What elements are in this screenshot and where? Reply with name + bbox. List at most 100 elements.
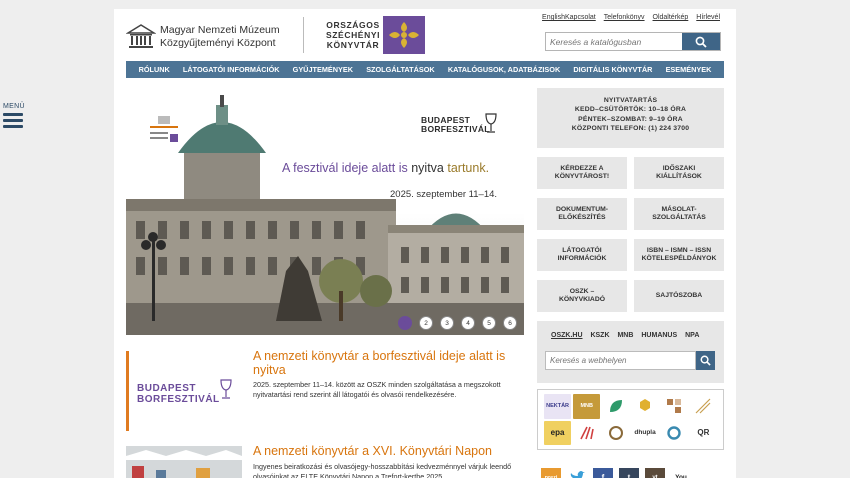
- slider-dot-2[interactable]: 2: [419, 316, 433, 330]
- news-1-title[interactable]: A nemzeti könyvtár a borfesztivál ideje …: [253, 349, 523, 377]
- facebook-icon[interactable]: f: [593, 468, 613, 478]
- quick-idoszaki-kiallitasok[interactable]: IDŐSZAKI KIÁLLÍTÁSOK: [634, 157, 724, 189]
- partner-nektar-logo[interactable]: NEKTÁR: [544, 394, 572, 419]
- catalog-search: [545, 32, 721, 51]
- side-menu-button[interactable]: MENÜ: [3, 103, 29, 131]
- nav-gyujtemenyek[interactable]: GYŰJTEMÉNYEK: [293, 65, 353, 74]
- nav-latogatoi-informaciok[interactable]: LÁTOGATÓI INFORMÁCIÓK: [183, 65, 280, 74]
- qbtn-line: KÖNYVTÁROST!: [554, 173, 610, 180]
- qbtn-line: DOKUMENTUM-: [555, 205, 609, 213]
- oszk-line3: KÖNYVTÁR: [326, 40, 380, 50]
- partner-ring-logo[interactable]: [660, 420, 688, 445]
- news-1-thumb-line2: BORFESZTIVÁL: [137, 394, 220, 405]
- mnm-logo-icon[interactable]: [126, 23, 156, 49]
- quick-sajtoszoba[interactable]: SAJTÓSZOBA: [634, 280, 724, 312]
- nav-katalogusok[interactable]: KATALÓGUSOK, ADATBÁZISOK: [448, 65, 560, 74]
- news-1-body: 2025. szeptember 11–14. között az OSZK m…: [253, 380, 501, 399]
- site-search-tabs: OSZK.HU KSZK MNB HUMANUS NPA: [551, 332, 705, 339]
- news-2-thumbnail[interactable]: [126, 446, 242, 478]
- honeycomb-icon: [640, 399, 651, 412]
- hours-weekday: KEDD–CSÜTÖRTÖK: 10–18 ÓRA: [574, 106, 687, 114]
- qbtn-line: KIÁLLÍTÁSOK: [656, 173, 702, 180]
- qbtn-line: KÖNYVKIADÓ: [558, 296, 606, 303]
- news-1-thumb-line1: BUDAPEST: [137, 383, 197, 394]
- hours-weekend: PÉNTEK–SZOMBAT: 9–19 ÓRA: [578, 115, 683, 123]
- oszk-line1: ORSZÁGOS: [326, 20, 380, 30]
- hamburger-icon: [3, 113, 29, 128]
- quick-dokumentum-elokeszites[interactable]: DOKUMENTUM- ELŐKÉSZÍTÉS: [537, 198, 627, 230]
- hero-fest-line2: BORFESZTIVÁL: [421, 124, 490, 134]
- news-2-title[interactable]: A nemzeti könyvtár a XVI. Könyvtári Napo…: [253, 444, 523, 458]
- qbtn-line: MÁSOLAT-: [661, 205, 697, 213]
- link-oldalterkep[interactable]: Oldaltérkép: [653, 14, 689, 21]
- link-english[interactable]: English: [542, 14, 565, 21]
- slider-dot-1[interactable]: 1: [398, 316, 412, 330]
- quick-latogatoi-informaciok[interactable]: LÁTOGATÓI INFORMÁCIÓK: [537, 239, 627, 271]
- tab-oszk-hu[interactable]: OSZK.HU: [551, 332, 583, 339]
- tab-kszk[interactable]: KSZK: [590, 332, 609, 339]
- hours-phone: KÖZPONTI TELEFON: (1) 224 3700: [571, 124, 690, 132]
- slider-dots: 1 2 3 4 5 6: [398, 316, 517, 330]
- nav-esemenyek[interactable]: ESEMÉNYEK: [666, 65, 712, 74]
- qbtn-line: IDŐSZAKI: [662, 164, 696, 172]
- partner-pencils-logo[interactable]: [573, 420, 601, 445]
- youtube-alt-icon[interactable]: yt: [645, 468, 665, 478]
- quick-oszk-konyvkiado[interactable]: OSZK – KÖNYVKIADÓ: [537, 280, 627, 312]
- quick-kerdezze-a-konyvtarost[interactable]: KÉRDEZZE A KÖNYVTÁROST!: [537, 157, 627, 189]
- slider-dot-4[interactable]: 4: [461, 316, 475, 330]
- search-icon: [695, 36, 707, 48]
- partner-lines-logo[interactable]: [689, 394, 717, 419]
- ring-icon: [667, 426, 681, 440]
- hours-title: NYITVATARTÁS: [603, 97, 658, 104]
- nav-digitalis-konyvtar[interactable]: DIGITÁLIS KÖNYVTÁR: [573, 65, 652, 74]
- prezi-icon[interactable]: prezi: [541, 468, 561, 478]
- partner-qr-logo[interactable]: QR: [689, 420, 717, 445]
- nav-rolunk[interactable]: RÓLUNK: [139, 65, 170, 74]
- tab-npa[interactable]: NPA: [685, 332, 699, 339]
- tab-humanus[interactable]: HUMANUS: [641, 332, 677, 339]
- tiles-icon: [667, 399, 682, 414]
- tab-mnb[interactable]: MNB: [617, 332, 633, 339]
- partner-tiles-logo[interactable]: [660, 394, 688, 419]
- slider-dot-3[interactable]: 3: [440, 316, 454, 330]
- catalog-search-input[interactable]: [546, 33, 682, 50]
- mnm-name[interactable]: Magyar Nemzeti Múzeum Közgyűjteményi Köz…: [160, 24, 280, 50]
- news-1-thumb-text: BUDAPEST BORFESZTIVÁL: [137, 383, 220, 405]
- oszk-line2: SZÉCHÉNYI: [326, 30, 381, 40]
- partner-honeycomb-logo[interactable]: [631, 394, 659, 419]
- tumblr-icon[interactable]: t: [619, 468, 639, 478]
- qbtn-line: KÖTELESPÉLDÁNYOK: [641, 255, 717, 262]
- quick-masolat-szolgaltatas[interactable]: MÁSOLAT- SZOLGÁLTATÁS: [634, 198, 724, 230]
- header-divider: [303, 17, 304, 53]
- hero-festival-logo: BUDAPEST BORFESZTIVÁL: [421, 116, 490, 134]
- nav-szolgaltatasok[interactable]: SZOLGÁLTATÁSOK: [366, 65, 435, 74]
- qbtn-line: ELŐKÉSZÍTÉS: [558, 214, 606, 221]
- slider-dot-6[interactable]: 6: [503, 316, 517, 330]
- site-search-button[interactable]: [696, 351, 715, 370]
- partner-swirl-logo[interactable]: [602, 420, 630, 445]
- mnm-line1: Magyar Nemzeti Múzeum: [160, 24, 280, 36]
- quick-isbn-ismn-issn[interactable]: ISBN – ISMN – ISSN KÖTELESPÉLDÁNYOK: [634, 239, 724, 271]
- link-hirlevel[interactable]: Hírlevél: [696, 14, 720, 21]
- news-1-thumbnail[interactable]: BUDAPEST BORFESZTIVÁL: [126, 351, 242, 431]
- qbtn-line: LÁTOGATÓI: [562, 246, 602, 254]
- oszk-name[interactable]: ORSZÁGOS SZÉCHÉNYI KÖNYVTÁR: [326, 20, 380, 50]
- twitter-icon[interactable]: twitter: [567, 468, 587, 478]
- page: Magyar Nemzeti Múzeum Közgyűjteményi Köz…: [114, 9, 736, 478]
- catalog-search-button[interactable]: [682, 33, 720, 50]
- slider-dot-5[interactable]: 5: [482, 316, 496, 330]
- partner-dhupla-logo[interactable]: dhupla: [631, 420, 659, 445]
- oszk-emblem-icon[interactable]: [383, 16, 425, 54]
- youtube-icon[interactable]: You: [671, 468, 691, 478]
- lines-icon: [695, 398, 711, 414]
- partner-epa-logo[interactable]: epa: [544, 420, 572, 445]
- site-search-input[interactable]: [545, 351, 696, 370]
- partner-green-logo[interactable]: [602, 394, 630, 419]
- site-search: [545, 351, 715, 370]
- partner-mnb-logo[interactable]: MNB: [573, 394, 601, 419]
- link-telefonkonyv[interactable]: Telefonkönyv: [604, 14, 645, 21]
- festival-small-logo-icon: [150, 116, 178, 142]
- qbtn-line: SZOLGÁLTATÁS: [652, 214, 706, 221]
- hero-slider[interactable]: BUDAPEST BORFESZTIVÁL A fesztivál ideje …: [126, 91, 524, 335]
- link-kapcsolat[interactable]: Kapcsolat: [565, 14, 596, 21]
